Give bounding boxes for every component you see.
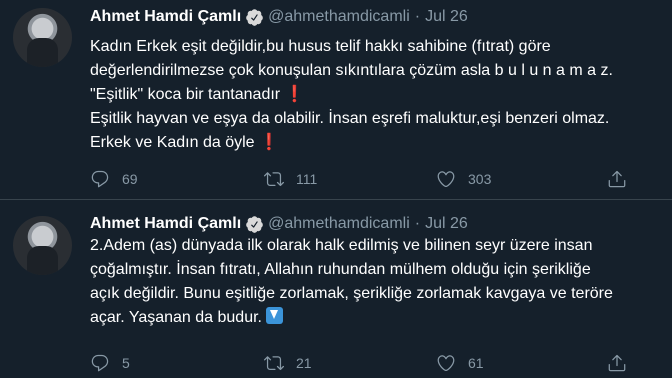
retweet-count: 21 <box>296 355 312 371</box>
tweet-date[interactable]: Jul 26 <box>425 215 468 233</box>
share-icon <box>607 169 627 189</box>
avatar[interactable] <box>13 216 72 275</box>
down-arrow-emoji <box>266 307 283 324</box>
avatar[interactable] <box>13 8 72 67</box>
retweet-button[interactable]: 21 <box>264 351 312 375</box>
like-count: 61 <box>468 355 484 371</box>
tweet-text-line: Eşitlik hayvan ve eşya da olabilir. İnsa… <box>90 110 610 127</box>
tweet-text-line: "Eşitlik" koca bir tantanadır ❗ <box>90 83 613 107</box>
like-button[interactable]: 61 <box>436 351 484 375</box>
retweet-count: 111 <box>296 171 318 187</box>
author-name[interactable]: Ahmet Hamdi Çamlı <box>90 8 241 26</box>
share-button[interactable] <box>607 167 627 191</box>
separator-dot: · <box>414 8 421 25</box>
tweet-header: Ahmet Hamdi Çamlı @ahmethamdicamli · Jul… <box>90 213 468 235</box>
tweet-text-line: Kadın Erkek eşit değildir,bu husus telif… <box>90 38 551 55</box>
reply-count: 69 <box>122 171 138 187</box>
tweet-date[interactable]: Jul 26 <box>425 8 468 26</box>
share-icon <box>607 353 627 373</box>
reply-button[interactable]: 69 <box>90 167 138 191</box>
author-handle[interactable]: @ahmethamdicamli <box>268 215 410 233</box>
tweet-text: Kadın Erkek eşit değildir,bu husus telif… <box>90 35 613 155</box>
tweet-text-line: Erkek ve Kadın da öyle ❗ <box>90 131 613 155</box>
tweet-actions: 5 21 61 <box>90 351 672 375</box>
tweet-text-line: açar. Yaşanan da budur. <box>90 306 613 330</box>
tweet-text: 2.Adem (as) dünyada ilk olarak halk edil… <box>90 234 613 330</box>
verified-badge-icon <box>245 215 264 234</box>
tweet-text-line: 2.Adem (as) dünyada ilk olarak halk edil… <box>90 237 593 254</box>
tweet-text-line: değerlendirilmezse çok konuşulan sıkıntı… <box>90 62 613 79</box>
tweet[interactable]: Ahmet Hamdi Çamlı @ahmethamdicamli · Jul… <box>0 200 672 378</box>
retweet-button[interactable]: 111 <box>264 167 317 191</box>
tweet[interactable]: Ahmet Hamdi Çamlı @ahmethamdicamli · Jul… <box>0 0 672 200</box>
exclamation-emoji: ❗ <box>259 134 279 151</box>
tweet-text-segment: açar. Yaşanan da budur. <box>90 309 262 326</box>
like-icon <box>436 353 456 373</box>
tweet-actions: 69 111 303 <box>90 167 672 191</box>
author-name[interactable]: Ahmet Hamdi Çamlı <box>90 215 241 233</box>
reply-count: 5 <box>122 355 130 371</box>
share-button[interactable] <box>607 351 627 375</box>
retweet-icon <box>264 169 284 189</box>
like-button[interactable]: 303 <box>436 167 491 191</box>
tweet-text-line: açık değildir. Bunu eşitliğe zorlamak, ş… <box>90 285 613 302</box>
tweet-text-segment: "Eşitlik" koca bir tantanadır <box>90 86 281 103</box>
reply-icon <box>90 169 110 189</box>
tweet-text-line: çoğalmıştır. İnsan fıtratı, Allahın ruhu… <box>90 261 591 278</box>
tweet-header: Ahmet Hamdi Çamlı @ahmethamdicamli · Jul… <box>90 6 468 28</box>
author-handle[interactable]: @ahmethamdicamli <box>268 8 410 26</box>
like-count: 303 <box>468 171 492 187</box>
reply-button[interactable]: 5 <box>90 351 130 375</box>
like-icon <box>436 169 456 189</box>
verified-badge-icon <box>245 8 264 27</box>
retweet-icon <box>264 353 284 373</box>
exclamation-emoji: ❗ <box>284 86 305 103</box>
reply-icon <box>90 353 110 373</box>
tweet-text-segment: Erkek ve Kadın da öyle <box>90 134 255 151</box>
separator-dot: · <box>414 215 421 232</box>
